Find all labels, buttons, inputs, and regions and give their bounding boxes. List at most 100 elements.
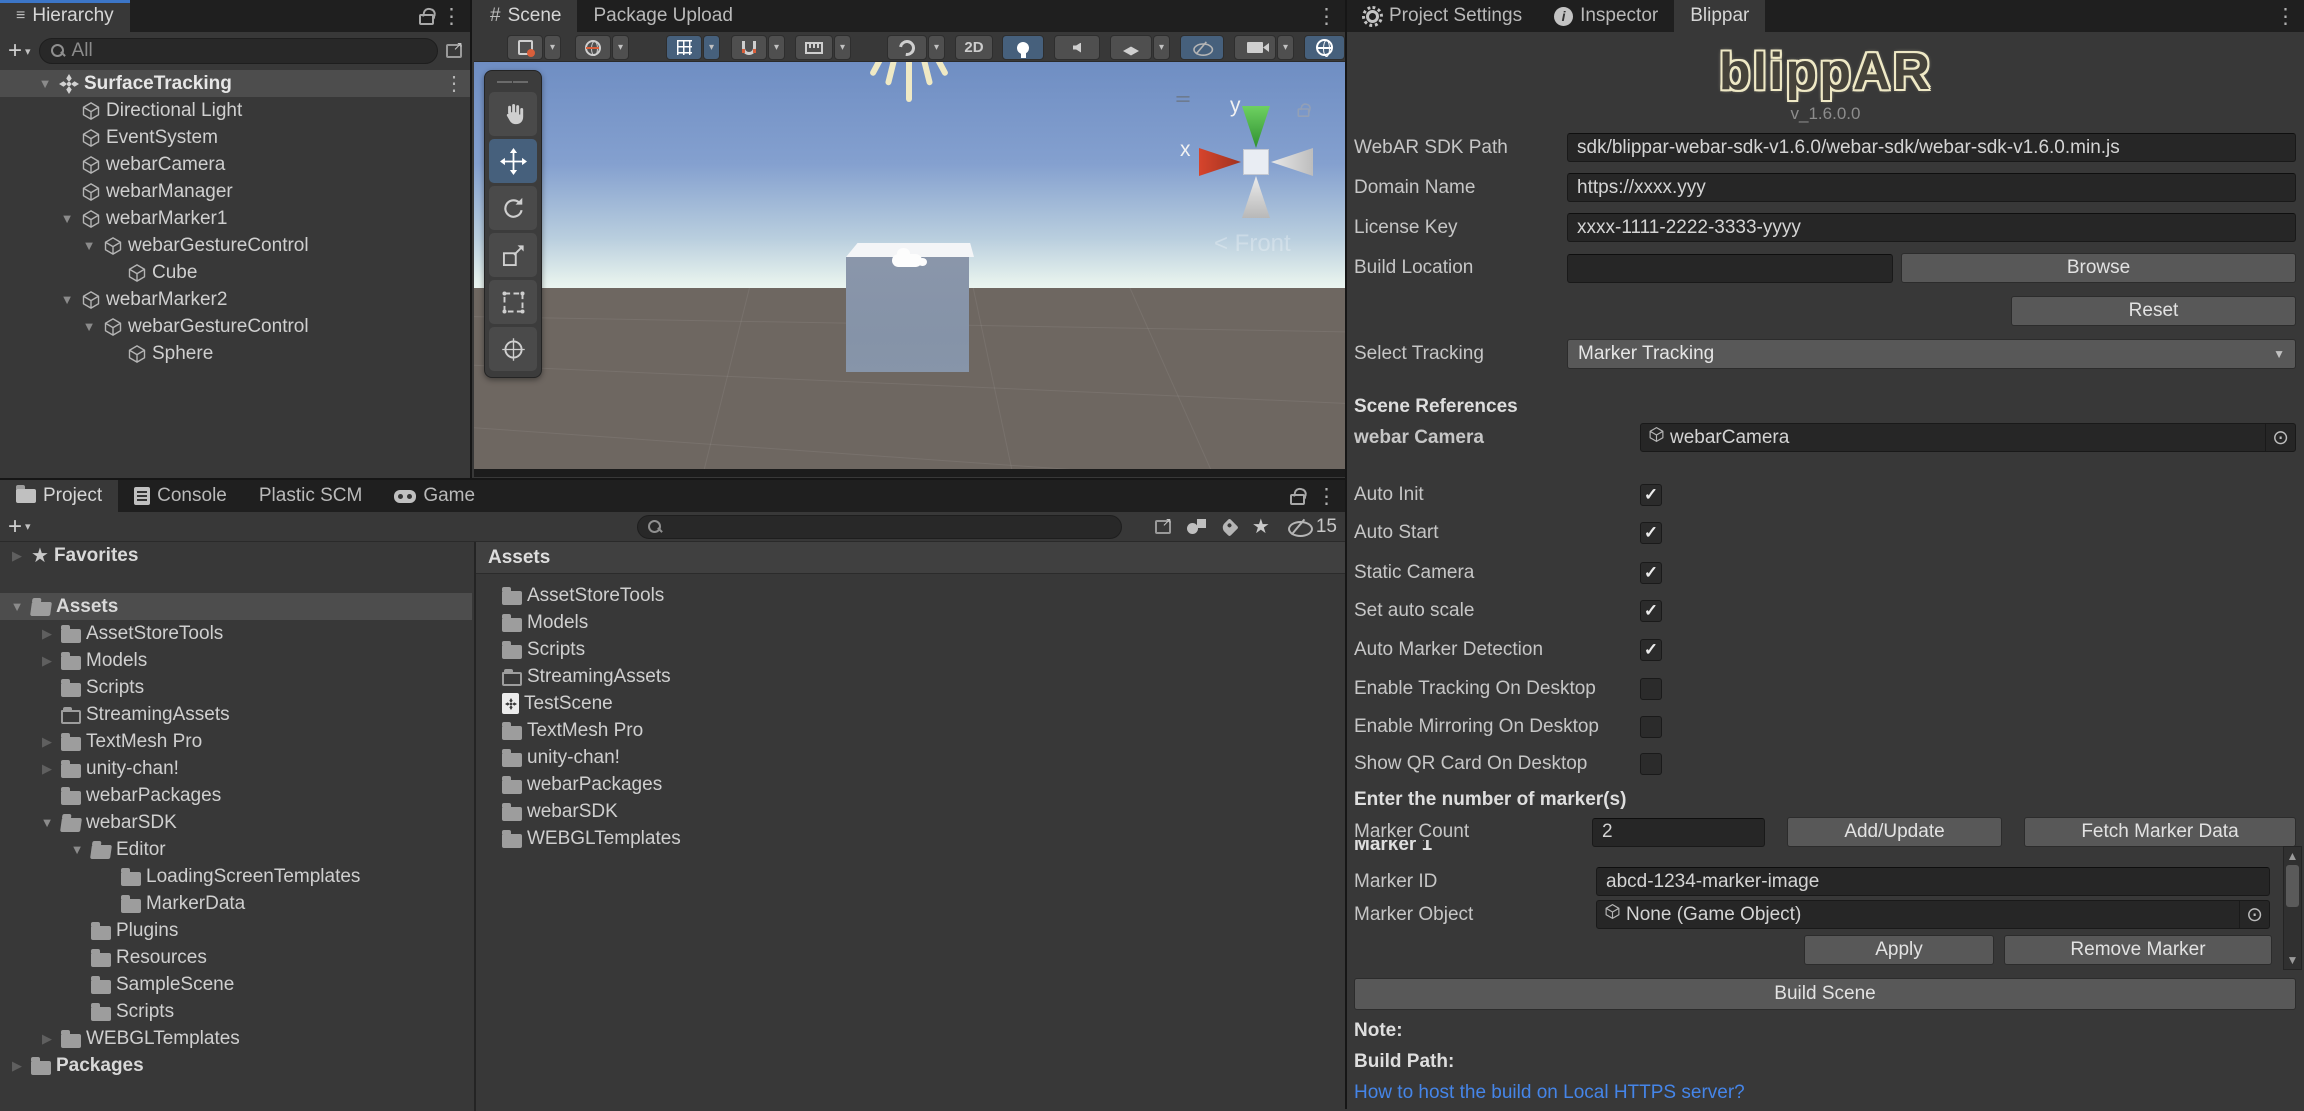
enable-mirroring-desktop-checkbox[interactable] [1640,716,1662,738]
effects-button[interactable] [1110,35,1152,60]
transform-tool-button[interactable] [489,327,537,371]
hidden-count-toggle[interactable]: 15 [1286,516,1337,538]
marker-object-field[interactable]: None (Game Object) ⊙ [1596,900,2270,929]
scroll-up-icon[interactable]: ▲ [2284,849,2301,863]
tree-row[interactable]: ▶Resources [0,944,472,971]
move-tool-button[interactable] [489,139,537,183]
add-update-button[interactable]: Add/Update [1787,817,2002,847]
set-auto-scale-checkbox[interactable] [1640,600,1662,622]
asset-item[interactable]: Models [502,609,1345,636]
object-picker-icon[interactable]: ⊙ [2265,424,2295,451]
tree-row[interactable]: ▶SampleScene [0,971,472,998]
hierarchy-row[interactable]: ▼ webarMarker1 [0,205,470,232]
audio-mute-button[interactable] [1054,35,1100,60]
scroll-down-icon[interactable]: ▼ [2284,953,2301,967]
tab-project-settings[interactable]: Project Settings [1347,0,1538,32]
gizmo-center-cube[interactable] [1243,149,1269,175]
hierarchy-lock-icon[interactable] [419,9,434,31]
hierarchy-menu-icon[interactable]: ⋮ [441,4,462,29]
filter-by-label-icon[interactable] [1220,517,1239,537]
remove-marker-button[interactable]: Remove Marker [2004,935,2272,965]
show-qr-card-desktop-checkbox[interactable] [1640,753,1662,775]
axis-south-cone[interactable] [1242,176,1270,218]
auto-marker-detection-checkbox[interactable] [1640,639,1662,661]
asset-item[interactable]: AssetStoreTools [502,582,1345,609]
tree-row[interactable]: ▶ TextMesh Pro [0,728,472,755]
foldout-expanded-icon[interactable]: ▼ [36,76,54,91]
scene-menu-icon[interactable]: ⋮ [1316,4,1337,29]
hierarchy-row[interactable]: ▼ webarMarker2 [0,286,470,313]
gizmos-toggle-button[interactable] [1304,35,1345,60]
foldout-collapsed-icon[interactable]: ▶ [38,761,56,777]
pivot-caret[interactable]: ▾ [544,35,561,60]
tab-hierarchy[interactable]: ≡ Hierarchy [0,0,130,32]
tree-row[interactable]: ▶ unity-chan! [0,755,472,782]
reset-button[interactable]: Reset [2011,296,2296,326]
tree-row-packages[interactable]: ▶ Packages [0,1052,472,1079]
tree-row[interactable]: ▶webarPackages [0,782,472,809]
foldout-expanded-icon[interactable]: ▼ [8,599,26,614]
foldout-expanded-icon[interactable]: ▼ [58,292,76,307]
cube-object[interactable] [846,257,969,372]
axis-y-cone[interactable] [1242,106,1270,148]
foldout-expanded-icon[interactable]: ▼ [38,815,56,830]
tab-plastic-scm[interactable]: Plastic SCM [243,480,378,512]
favorites-star-icon[interactable]: ★ [1252,517,1270,537]
tab-package-upload[interactable]: Package Upload [577,0,748,32]
asset-item[interactable]: webarSDK [502,798,1345,825]
open-search-window-icon[interactable] [446,39,463,58]
open-search-window-icon[interactable] [1154,515,1172,534]
camera-caret[interactable]: ▾ [1277,35,1294,60]
globe-tool-button[interactable] [575,35,611,60]
tab-scene[interactable]: # Scene [474,0,578,32]
orientation-gizmo[interactable]: y x [1180,92,1326,232]
foldout-collapsed-icon[interactable]: ▶ [38,653,56,669]
effects-caret[interactable]: ▾ [1153,35,1170,60]
asset-item[interactable]: StreamingAssets [502,663,1345,690]
render-mode-button[interactable] [887,35,927,60]
scene-options-icon[interactable]: ⋮ [444,71,464,96]
tree-row[interactable]: ▶LoadingScreenTemplates [0,863,472,890]
blippar-menu-icon[interactable]: ⋮ [2275,4,2296,29]
foldout-collapsed-icon[interactable]: ▶ [8,1058,26,1074]
tree-row[interactable]: ▶ AssetStoreTools [0,620,472,647]
filter-by-type-icon[interactable] [1186,519,1207,535]
lighting-toggle-button[interactable] [1002,35,1044,60]
asset-item[interactable]: WEBGLTemplates [502,825,1345,852]
license-key-field[interactable]: xxxx-1111-2222-3333-yyyy [1567,213,2296,242]
create-asset-button[interactable]: + ▾ [8,513,31,541]
tree-row-assets[interactable]: ▼ Assets [0,593,472,620]
hierarchy-row[interactable]: ▼ Sphere [0,340,470,367]
magnet-snap-button[interactable] [731,35,767,60]
tab-inspector[interactable]: i Inspector [1538,0,1674,32]
marker-id-field[interactable]: abcd-1234-marker-image [1596,867,2270,896]
build-location-field[interactable] [1567,253,1893,283]
tab-game[interactable]: Game [378,480,491,512]
tab-console[interactable]: Console [118,480,243,512]
build-scene-button[interactable]: Build Scene [1354,978,2296,1010]
auto-start-checkbox[interactable] [1640,522,1662,544]
project-search-input[interactable] [637,515,1122,539]
pivot-tool-button[interactable] [507,35,543,60]
asset-item[interactable]: Scripts [502,636,1345,663]
tree-row[interactable]: ▶ WEBGLTemplates [0,1025,472,1052]
tree-row[interactable]: ▶Scripts [0,674,472,701]
ruler-caret[interactable]: ▾ [834,35,851,60]
globe-caret[interactable]: ▾ [612,35,629,60]
magnet-snap-caret[interactable]: ▾ [768,35,785,60]
static-camera-checkbox[interactable] [1640,562,1662,584]
scale-tool-button[interactable] [489,233,537,277]
project-lock-icon[interactable] [1290,489,1305,511]
tree-row[interactable]: ▶StreamingAssets [0,701,472,728]
foldout-collapsed-icon[interactable]: ▶ [38,626,56,642]
object-picker-icon[interactable]: ⊙ [2239,901,2269,928]
sdk-path-field[interactable]: sdk/blippar-webar-sdk-v1.6.0/webar-sdk/w… [1567,133,2296,162]
tree-row-favorites[interactable]: ▶ ★ Favorites [0,542,472,569]
asset-item[interactable]: TestScene [502,690,1345,717]
tree-row[interactable]: ▶Plugins [0,917,472,944]
hierarchy-row[interactable]: ▼ webarManager [0,178,470,205]
foldout-collapsed-icon[interactable]: ▶ [38,1031,56,1047]
tracking-dropdown[interactable]: Marker Tracking ▼ [1567,339,2296,369]
scene-visibility-button[interactable] [1180,35,1224,60]
scene-viewport[interactable]: —— ＝ y x < Front [474,62,1345,477]
